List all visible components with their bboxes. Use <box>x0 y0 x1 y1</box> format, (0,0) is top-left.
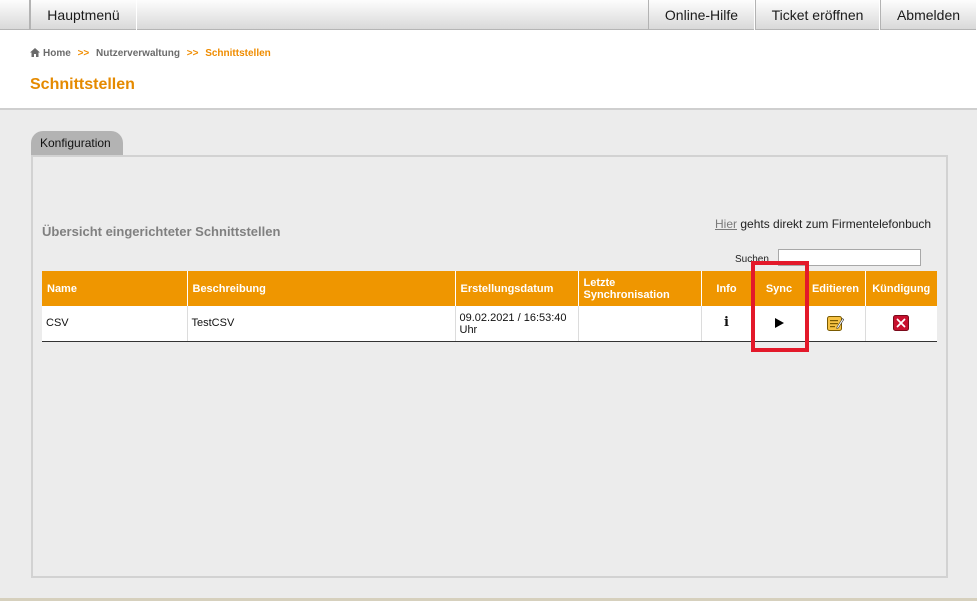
column-header-info: Info <box>700 271 752 306</box>
column-header-last-sync[interactable]: Letzte Synchronisation <box>577 271 701 306</box>
breadcrumb-nutzerverwaltung[interactable]: Nutzerverwaltung <box>96 48 180 59</box>
interfaces-table: Name Beschreibung Erstellungsdatum Letzt… <box>42 271 937 342</box>
cancel-icon[interactable] <box>893 315 910 332</box>
search-label: Suchen <box>735 254 769 265</box>
cell-sync <box>751 306 806 342</box>
page-title: Schnittstellen <box>30 76 135 93</box>
search-input[interactable] <box>778 249 921 266</box>
online-help-button[interactable]: Online-Hilfe <box>648 0 755 30</box>
table-row: CSV TestCSV 09.02.2021 / 16:53:40 Uhr i <box>42 306 937 342</box>
breadcrumb: Home >> Nutzerverwaltung >> Schnittstell… <box>30 48 271 59</box>
phonebook-link[interactable]: Hier <box>715 217 737 231</box>
column-header-created[interactable]: Erstellungsdatum <box>454 271 578 306</box>
logout-button[interactable]: Abmelden <box>880 0 977 30</box>
home-icon <box>30 48 40 57</box>
table-header-row: Name Beschreibung Erstellungsdatum Letzt… <box>42 271 937 306</box>
overview-title: Übersicht eingerichteter Schnittstellen <box>42 224 281 239</box>
cell-edit <box>805 306 865 342</box>
play-icon[interactable] <box>774 318 784 329</box>
column-header-description[interactable]: Beschreibung <box>186 271 455 306</box>
cell-name: CSV <box>42 306 187 342</box>
breadcrumb-home[interactable]: Home <box>43 48 71 59</box>
breadcrumb-separator: >> <box>77 48 90 59</box>
cell-info: i <box>700 306 752 342</box>
nav-left-edge <box>0 0 30 30</box>
column-header-edit: Editieren <box>805 271 865 306</box>
cell-cancel <box>864 306 937 342</box>
cell-last-sync <box>577 306 701 342</box>
open-ticket-button[interactable]: Ticket eröffnen <box>755 0 880 30</box>
breadcrumb-separator: >> <box>186 48 199 59</box>
tab-konfiguration[interactable]: Konfiguration <box>31 131 123 156</box>
cell-created: 09.02.2021 / 16:53:40 Uhr <box>454 306 578 342</box>
column-header-cancel: Kündigung <box>864 271 937 306</box>
top-nav: Hauptmenü Online-Hilfe Ticket eröffnen A… <box>0 0 977 30</box>
phonebook-hint: Hier gehts direkt zum Firmentelefonbuch <box>715 217 931 231</box>
breadcrumb-current: Schnittstellen <box>205 48 271 59</box>
edit-icon[interactable] <box>827 315 844 332</box>
info-icon[interactable]: i <box>724 316 729 329</box>
column-header-name[interactable]: Name <box>42 271 187 306</box>
cell-description: TestCSV <box>186 306 455 342</box>
column-header-sync: Sync <box>751 271 806 306</box>
main-menu-button[interactable]: Hauptmenü <box>30 0 137 30</box>
phonebook-text: gehts direkt zum Firmentelefonbuch <box>737 217 932 231</box>
